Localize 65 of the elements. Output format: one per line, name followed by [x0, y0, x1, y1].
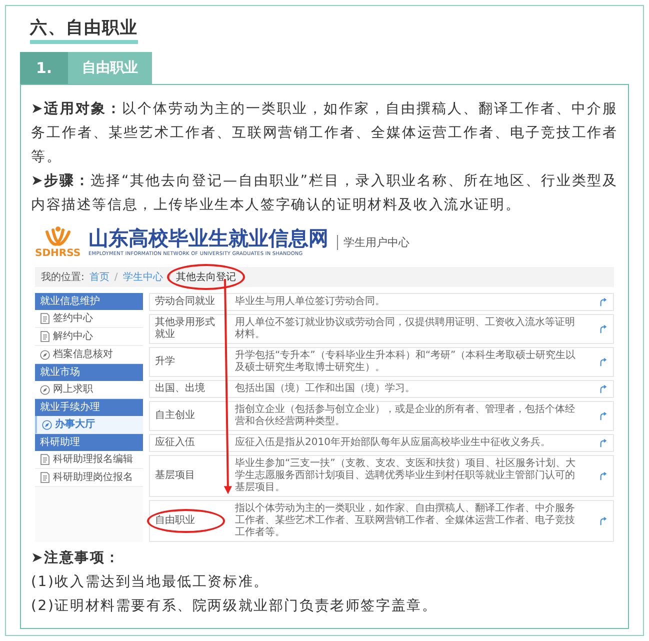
document-icon [40, 331, 50, 342]
sidebar-header: 科研助理 [35, 434, 143, 451]
document-icon [40, 454, 50, 465]
paragraph: ➤适用对象：以个体劳动为主的一类职业，如作家，自由撰稿人、翻译工作者、中介服务工作者、某些艺术工作者、互联网营销工作者、全媒体运营工作者、电子竞技工作者等。 [31, 100, 618, 167]
site-title: 山东高校毕业生就业信息网 [88, 226, 329, 250]
breadcrumb-separator: / [114, 272, 118, 282]
row-label: 劳动合同就业 [155, 296, 216, 308]
list-row[interactable]: 应征入伍 应征入伍是指从2010年开始部队每年从应届高校毕业生中征收义务兵。 [149, 434, 614, 452]
row-description: 应征入伍是指从2010年开始部队每年从应届高校毕业生中征收义务兵。 [235, 437, 552, 449]
breadcrumb-label: 我的位置: [41, 270, 84, 284]
logo-text: SDHRSS [35, 248, 81, 258]
curved-arrow-icon[interactable] [599, 516, 608, 526]
notes-title: ➤注意事项： [31, 548, 122, 568]
curved-arrow-icon[interactable] [599, 298, 608, 306]
curved-arrow-icon[interactable] [599, 358, 608, 366]
logo-icon [42, 226, 73, 248]
row-label: 出国、出境 [155, 383, 206, 395]
list-row[interactable]: 劳动合同就业 毕业生与用人单位签订劳动合同。 [149, 293, 614, 311]
row-label: 自主创业 [155, 410, 196, 422]
curved-arrow-icon[interactable] [599, 472, 608, 480]
sidebar-header: 就业手续办理 [35, 399, 143, 416]
sidebar-header: 就业市场 [35, 364, 143, 381]
row-description: 指创立企业（包括参与创立企业），或是企业的所有者、管理者，包括个体经营和合伙经营两种类型。 [235, 404, 576, 428]
row-description: 升学包括“专升本”（专科毕业生升本科）和“考研”（本科生考取硕士研究生以及硕士研究生考取博士研究生）。 [235, 350, 577, 374]
row-label: 基层项目 [155, 470, 196, 482]
list-row[interactable]: 其他录用形式就业 用人单位不签订就业协议或劳动合同，仅提供聘用证明、工资收入流水等证明材料。 [149, 314, 614, 344]
note-item: (1)收入需达到当地最低工资标准。 [31, 573, 270, 592]
list-row[interactable]: 自主创业 指创立企业（包括参与创立企业），或是企业的所有者、管理者，包括个体经营和合伙经营两种类型。 [149, 401, 614, 431]
list-row[interactable]: 基层项目 毕业生参加“三支一扶”（支教、支农、支医和扶贫）项目、社区服务计划、大学生志愿服务西部计划项目、选聘优秀毕业生到村任职等就业主管部门认可的基层项目。 [149, 455, 614, 497]
sidebar-item[interactable]: 档案信息核对 [35, 346, 143, 364]
compass-icon [40, 384, 50, 394]
sidebar-item[interactable]: 办事大厅 [35, 416, 143, 434]
row-label: 自由职业 [155, 515, 195, 526]
sidebar-item[interactable]: 科研助理岗位报名 [35, 469, 143, 487]
sidebar-item[interactable]: 网上求职 [35, 381, 143, 399]
paragraph: ➤步骤：选择“其他去向登记—自由职业”栏目，录入职业名称、所在地区、行业类型及内容描述等信息，上传毕业生本人签字确认的证明材料及收入流水证明。 [31, 172, 618, 215]
compass-icon [42, 420, 52, 430]
curved-arrow-icon[interactable] [599, 412, 608, 420]
breadcrumb-current: 其他去向登记 [176, 272, 236, 283]
portal-name: 学生用户中心 [336, 234, 410, 250]
row-description: 包括出国（境）工作和出国（境）学习。 [235, 383, 416, 395]
sidebar-item[interactable]: 解约中心 [35, 328, 143, 346]
list-row[interactable]: 自由职业 指以个体劳动为主的一类职业，如作家、自由撰稿人、翻译工作者、中介服务工作者、某些艺术工作者、互联网营销工作者、全媒体运营工作者、电子竞技工作者等。 [149, 500, 614, 542]
document-icon [40, 313, 50, 324]
row-description: 用人单位不签订就业协议或劳动合同，仅提供聘用证明、工资收入流水等证明材料。 [235, 317, 576, 341]
list-row[interactable]: 升学 升学包括“专升本”（专科毕业生升本科）和“考研”（本科生考取硕士研究生以及硕士研究生考取博士研究生）。 [149, 347, 614, 377]
curved-arrow-icon[interactable] [599, 438, 608, 448]
row-description: 毕业生与用人单位签订劳动合同。 [235, 296, 386, 308]
curved-arrow-icon[interactable] [599, 384, 608, 394]
row-label: 其他录用形式就业 [155, 317, 216, 341]
section-heading: 六、自由职业 [30, 16, 138, 44]
note-item: (2)证明材料需要有系、院两级就业部门负责老师签字盖章。 [31, 597, 438, 616]
subsection-title: 自由职业 [68, 52, 152, 84]
document-icon [40, 472, 50, 483]
row-label: 应征入伍 [155, 437, 196, 449]
sidebar-item[interactable]: 科研助理报名编辑 [35, 451, 143, 469]
row-description: 毕业生参加“三支一扶”（支教、支农、支医和扶贫）项目、社区服务计划、大学生志愿服务西部计划项目、选聘优秀毕业生到村任职等就业主管部门认可的基层项目。 [235, 458, 576, 494]
list-row[interactable]: 出国、出境 包括出国（境）工作和出国（境）学习。 [149, 380, 614, 398]
sidebar-item[interactable]: 签约中心 [35, 310, 143, 328]
sidebar-header: 就业信息维护 [35, 293, 143, 310]
section-number: 1. [20, 52, 68, 84]
row-description: 指以个体劳动为主的一类职业，如作家、自由撰稿人、翻译工作者、中介服务工作者、某些艺术工作者、互联网营销工作者、全媒体运营工作者、电子竞技工作者等。 [235, 503, 576, 539]
row-label: 升学 [155, 356, 176, 368]
curved-arrow-icon[interactable] [599, 324, 608, 334]
compass-icon [40, 350, 50, 360]
